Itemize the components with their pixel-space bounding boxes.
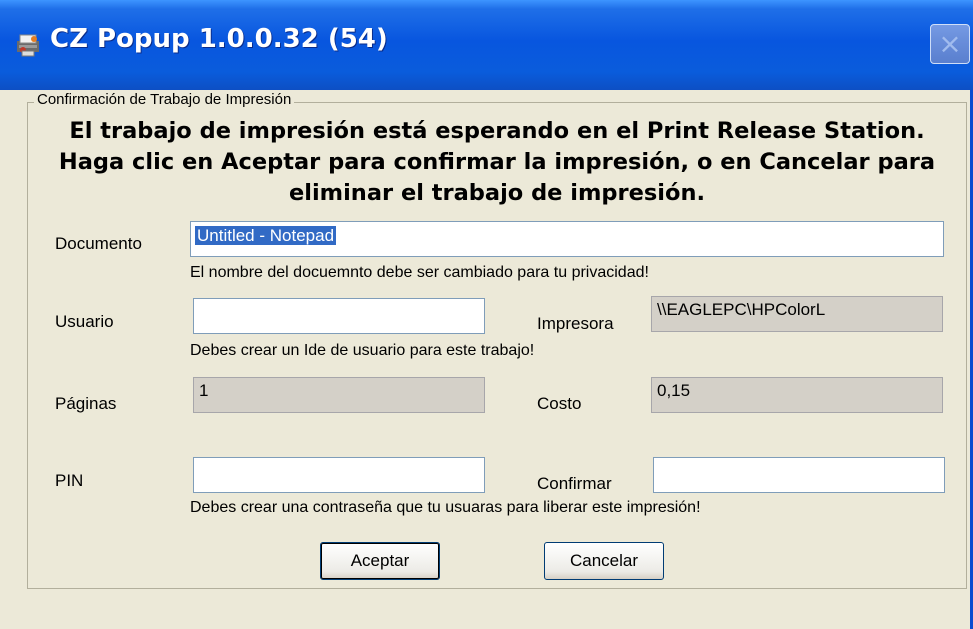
impresora-label: Impresora (537, 314, 614, 333)
pin-input[interactable] (193, 457, 485, 493)
message-line-3: eliminar el trabajo de impresión. (288, 180, 706, 206)
cancel-button[interactable]: Cancelar (544, 542, 664, 580)
message-line-2: Haga clic en Aceptar para confirmar la i… (58, 149, 936, 175)
costo-label: Costo (537, 394, 582, 413)
pin-label: PIN (55, 471, 84, 490)
close-button[interactable]: × (930, 24, 970, 64)
title-bar[interactable]: CZ Popup 1.0.0.32 (54) × (0, 0, 973, 90)
confirmation-message: El trabajo de impresión está esperando e… (34, 116, 960, 209)
documento-value: Untitled - Notepad (195, 226, 337, 245)
confirmar-label: Confirmar (537, 474, 612, 493)
impresora-field: \\EAGLEPC\HPColorL (651, 296, 943, 332)
printer-app-icon (17, 34, 39, 57)
window-title: CZ Popup 1.0.0.32 (54) (50, 24, 388, 54)
paginas-label: Páginas (55, 394, 117, 413)
usuario-label: Usuario (55, 312, 114, 331)
accept-button[interactable]: Aceptar (320, 542, 440, 580)
pin-hint: Debes crear una contraseña que tu usuara… (190, 499, 701, 516)
confirmar-input[interactable] (653, 457, 945, 493)
usuario-input[interactable] (193, 298, 485, 334)
usuario-hint: Debes crear un Ide de usuario para este … (190, 342, 535, 359)
message-line-1: El trabajo de impresión está esperando e… (69, 118, 925, 144)
documento-label: Documento (55, 234, 142, 253)
close-icon: × (938, 27, 962, 60)
group-legend: Confirmación de Trabajo de Impresión (34, 91, 295, 108)
costo-field: 0,15 (651, 377, 943, 413)
documento-input[interactable]: Untitled - Notepad (190, 221, 944, 257)
paginas-field: 1 (193, 377, 485, 413)
dialog-body: Confirmación de Trabajo de Impresión El … (0, 90, 973, 629)
documento-hint: El nombre del docuemnto debe ser cambiad… (190, 264, 649, 281)
